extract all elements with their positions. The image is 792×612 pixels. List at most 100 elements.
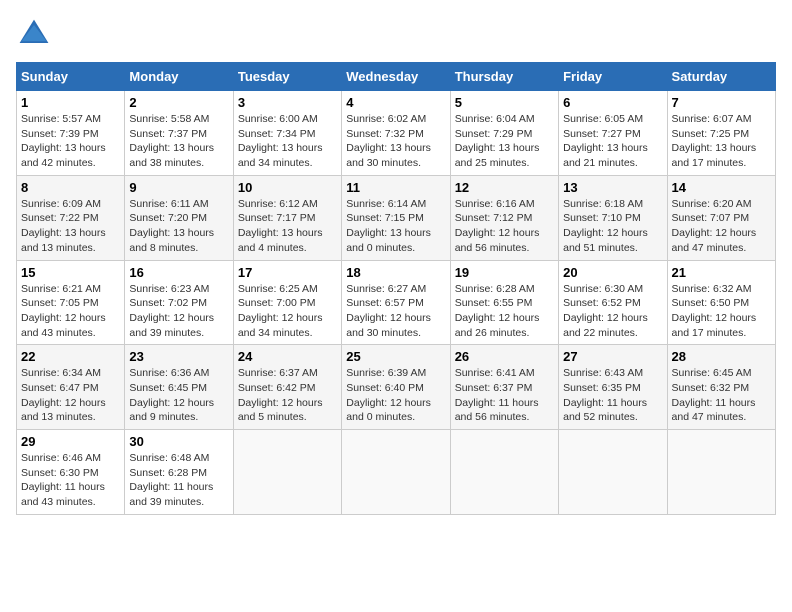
logo-icon	[16, 16, 52, 52]
day-number: 15	[21, 265, 120, 280]
calendar-cell: 18 Sunrise: 6:27 AMSunset: 6:57 PMDaylig…	[342, 260, 450, 345]
day-number: 13	[563, 180, 662, 195]
calendar-cell: 1 Sunrise: 5:57 AMSunset: 7:39 PMDayligh…	[17, 91, 125, 176]
col-header-saturday: Saturday	[667, 63, 775, 91]
calendar-cell: 10 Sunrise: 6:12 AMSunset: 7:17 PMDaylig…	[233, 175, 341, 260]
day-number: 28	[672, 349, 771, 364]
col-header-sunday: Sunday	[17, 63, 125, 91]
day-info: Sunrise: 6:05 AMSunset: 7:27 PMDaylight:…	[563, 113, 648, 169]
calendar-cell: 20 Sunrise: 6:30 AMSunset: 6:52 PMDaylig…	[559, 260, 667, 345]
day-number: 30	[129, 434, 228, 449]
day-info: Sunrise: 6:00 AMSunset: 7:34 PMDaylight:…	[238, 113, 323, 169]
day-number: 6	[563, 95, 662, 110]
calendar-cell: 8 Sunrise: 6:09 AMSunset: 7:22 PMDayligh…	[17, 175, 125, 260]
day-info: Sunrise: 6:02 AMSunset: 7:32 PMDaylight:…	[346, 113, 431, 169]
day-info: Sunrise: 6:20 AMSunset: 7:07 PMDaylight:…	[672, 198, 757, 254]
day-info: Sunrise: 6:07 AMSunset: 7:25 PMDaylight:…	[672, 113, 757, 169]
day-info: Sunrise: 5:57 AMSunset: 7:39 PMDaylight:…	[21, 113, 106, 169]
day-number: 16	[129, 265, 228, 280]
day-info: Sunrise: 6:28 AMSunset: 6:55 PMDaylight:…	[455, 283, 540, 339]
calendar-cell: 16 Sunrise: 6:23 AMSunset: 7:02 PMDaylig…	[125, 260, 233, 345]
day-number: 7	[672, 95, 771, 110]
day-number: 14	[672, 180, 771, 195]
calendar-cell: 30 Sunrise: 6:48 AMSunset: 6:28 PMDaylig…	[125, 430, 233, 515]
day-info: Sunrise: 6:30 AMSunset: 6:52 PMDaylight:…	[563, 283, 648, 339]
col-header-tuesday: Tuesday	[233, 63, 341, 91]
day-number: 23	[129, 349, 228, 364]
day-number: 4	[346, 95, 445, 110]
header	[16, 16, 776, 52]
day-number: 9	[129, 180, 228, 195]
day-number: 11	[346, 180, 445, 195]
calendar-cell	[233, 430, 341, 515]
calendar-cell: 17 Sunrise: 6:25 AMSunset: 7:00 PMDaylig…	[233, 260, 341, 345]
calendar-cell: 13 Sunrise: 6:18 AMSunset: 7:10 PMDaylig…	[559, 175, 667, 260]
calendar-cell: 23 Sunrise: 6:36 AMSunset: 6:45 PMDaylig…	[125, 345, 233, 430]
calendar-cell: 9 Sunrise: 6:11 AMSunset: 7:20 PMDayligh…	[125, 175, 233, 260]
day-info: Sunrise: 6:18 AMSunset: 7:10 PMDaylight:…	[563, 198, 648, 254]
calendar-cell: 4 Sunrise: 6:02 AMSunset: 7:32 PMDayligh…	[342, 91, 450, 176]
day-number: 5	[455, 95, 554, 110]
calendar-cell	[667, 430, 775, 515]
day-info: Sunrise: 6:04 AMSunset: 7:29 PMDaylight:…	[455, 113, 540, 169]
day-number: 26	[455, 349, 554, 364]
calendar-cell: 22 Sunrise: 6:34 AMSunset: 6:47 PMDaylig…	[17, 345, 125, 430]
calendar-cell: 14 Sunrise: 6:20 AMSunset: 7:07 PMDaylig…	[667, 175, 775, 260]
day-info: Sunrise: 6:14 AMSunset: 7:15 PMDaylight:…	[346, 198, 431, 254]
calendar-cell: 19 Sunrise: 6:28 AMSunset: 6:55 PMDaylig…	[450, 260, 558, 345]
calendar-cell: 12 Sunrise: 6:16 AMSunset: 7:12 PMDaylig…	[450, 175, 558, 260]
day-info: Sunrise: 6:11 AMSunset: 7:20 PMDaylight:…	[129, 198, 214, 254]
day-info: Sunrise: 6:12 AMSunset: 7:17 PMDaylight:…	[238, 198, 323, 254]
day-number: 21	[672, 265, 771, 280]
col-header-friday: Friday	[559, 63, 667, 91]
calendar-cell: 11 Sunrise: 6:14 AMSunset: 7:15 PMDaylig…	[342, 175, 450, 260]
calendar-cell: 28 Sunrise: 6:45 AMSunset: 6:32 PMDaylig…	[667, 345, 775, 430]
day-number: 29	[21, 434, 120, 449]
col-header-thursday: Thursday	[450, 63, 558, 91]
day-info: Sunrise: 6:36 AMSunset: 6:45 PMDaylight:…	[129, 367, 214, 423]
day-info: Sunrise: 6:45 AMSunset: 6:32 PMDaylight:…	[672, 367, 756, 423]
calendar-cell: 3 Sunrise: 6:00 AMSunset: 7:34 PMDayligh…	[233, 91, 341, 176]
day-number: 19	[455, 265, 554, 280]
day-info: Sunrise: 5:58 AMSunset: 7:37 PMDaylight:…	[129, 113, 214, 169]
day-info: Sunrise: 6:32 AMSunset: 6:50 PMDaylight:…	[672, 283, 757, 339]
logo	[16, 16, 56, 52]
day-info: Sunrise: 6:27 AMSunset: 6:57 PMDaylight:…	[346, 283, 431, 339]
calendar-cell: 25 Sunrise: 6:39 AMSunset: 6:40 PMDaylig…	[342, 345, 450, 430]
calendar-cell: 29 Sunrise: 6:46 AMSunset: 6:30 PMDaylig…	[17, 430, 125, 515]
calendar-cell: 2 Sunrise: 5:58 AMSunset: 7:37 PMDayligh…	[125, 91, 233, 176]
day-info: Sunrise: 6:37 AMSunset: 6:42 PMDaylight:…	[238, 367, 323, 423]
day-info: Sunrise: 6:48 AMSunset: 6:28 PMDaylight:…	[129, 452, 213, 508]
calendar-cell: 15 Sunrise: 6:21 AMSunset: 7:05 PMDaylig…	[17, 260, 125, 345]
col-header-monday: Monday	[125, 63, 233, 91]
day-number: 8	[21, 180, 120, 195]
calendar-cell: 21 Sunrise: 6:32 AMSunset: 6:50 PMDaylig…	[667, 260, 775, 345]
day-number: 3	[238, 95, 337, 110]
calendar-cell: 24 Sunrise: 6:37 AMSunset: 6:42 PMDaylig…	[233, 345, 341, 430]
calendar-cell	[559, 430, 667, 515]
day-info: Sunrise: 6:23 AMSunset: 7:02 PMDaylight:…	[129, 283, 214, 339]
calendar-cell: 5 Sunrise: 6:04 AMSunset: 7:29 PMDayligh…	[450, 91, 558, 176]
day-info: Sunrise: 6:25 AMSunset: 7:00 PMDaylight:…	[238, 283, 323, 339]
day-info: Sunrise: 6:41 AMSunset: 6:37 PMDaylight:…	[455, 367, 539, 423]
day-number: 18	[346, 265, 445, 280]
calendar-cell: 6 Sunrise: 6:05 AMSunset: 7:27 PMDayligh…	[559, 91, 667, 176]
day-number: 1	[21, 95, 120, 110]
day-number: 22	[21, 349, 120, 364]
calendar-cell: 27 Sunrise: 6:43 AMSunset: 6:35 PMDaylig…	[559, 345, 667, 430]
day-number: 10	[238, 180, 337, 195]
day-number: 20	[563, 265, 662, 280]
day-number: 2	[129, 95, 228, 110]
day-number: 27	[563, 349, 662, 364]
day-info: Sunrise: 6:09 AMSunset: 7:22 PMDaylight:…	[21, 198, 106, 254]
day-info: Sunrise: 6:16 AMSunset: 7:12 PMDaylight:…	[455, 198, 540, 254]
calendar-cell: 26 Sunrise: 6:41 AMSunset: 6:37 PMDaylig…	[450, 345, 558, 430]
day-info: Sunrise: 6:21 AMSunset: 7:05 PMDaylight:…	[21, 283, 106, 339]
day-info: Sunrise: 6:39 AMSunset: 6:40 PMDaylight:…	[346, 367, 431, 423]
calendar-cell	[450, 430, 558, 515]
col-header-wednesday: Wednesday	[342, 63, 450, 91]
day-info: Sunrise: 6:46 AMSunset: 6:30 PMDaylight:…	[21, 452, 105, 508]
day-number: 24	[238, 349, 337, 364]
day-info: Sunrise: 6:43 AMSunset: 6:35 PMDaylight:…	[563, 367, 647, 423]
day-info: Sunrise: 6:34 AMSunset: 6:47 PMDaylight:…	[21, 367, 106, 423]
